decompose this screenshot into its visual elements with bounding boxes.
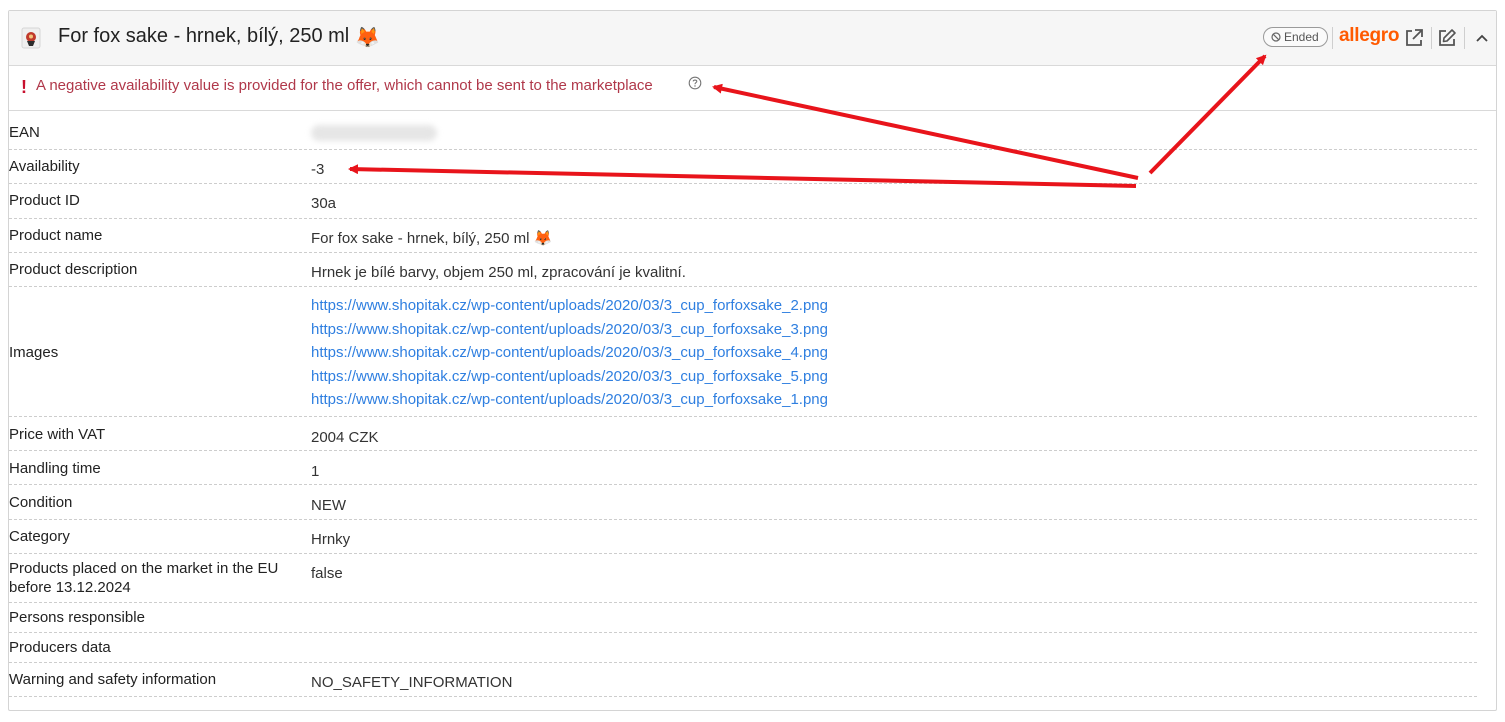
- edit-icon[interactable]: [1436, 27, 1458, 49]
- detail-row-producers-data: Producers data: [9, 633, 1477, 663]
- image-link[interactable]: https://www.shopitak.cz/wp-content/uploa…: [311, 341, 828, 365]
- exclamation-icon: !: [21, 77, 27, 97]
- detail-label: Handling time: [9, 460, 101, 477]
- images-list: https://www.shopitak.cz/wp-content/uploa…: [311, 294, 828, 412]
- detail-label: Condition: [9, 494, 73, 511]
- detail-row-persons-responsible: Persons responsible: [9, 603, 1477, 633]
- detail-label: Availability: [9, 158, 80, 175]
- handling-time-value: 1: [311, 463, 320, 480]
- detail-label: Category: [9, 528, 70, 545]
- product-name-value: For fox sake - hrnek, bílý, 250 ml 🦊: [311, 229, 552, 248]
- detail-label: Products placed on the market in the EU …: [9, 560, 279, 596]
- external-link-icon[interactable]: [1403, 27, 1425, 49]
- condition-value: NEW: [311, 497, 346, 514]
- detail-label: Producers data: [9, 639, 111, 656]
- product-image-icon: [21, 27, 41, 49]
- status-badge-label: Ended: [1284, 30, 1319, 44]
- image-link[interactable]: https://www.shopitak.cz/wp-content/uploa…: [311, 365, 828, 389]
- detail-label: Warning and safety information: [9, 671, 217, 688]
- warning-text: A negative availability value is provide…: [36, 77, 653, 94]
- detail-row-safety-info: Warning and safety information NO_SAFETY…: [9, 663, 1477, 697]
- detail-label: Product name: [9, 227, 103, 244]
- detail-label: Persons responsible: [9, 609, 145, 626]
- detail-row-price: Price with VAT 2004 CZK: [9, 417, 1477, 451]
- offer-card-header[interactable]: For fox sake - hrnek, bílý, 250 ml 🦊 Ende…: [9, 11, 1496, 66]
- safety-info-value: NO_SAFETY_INFORMATION: [311, 674, 513, 691]
- detail-row-handling-time: Handling time 1: [9, 451, 1477, 485]
- detail-label: Price with VAT: [9, 426, 106, 443]
- image-link[interactable]: https://www.shopitak.cz/wp-content/uploa…: [311, 294, 828, 318]
- detail-row-product-name: Product name For fox sake - hrnek, bílý,…: [9, 219, 1477, 253]
- help-circle-icon[interactable]: [688, 76, 702, 95]
- detail-label: Images: [9, 344, 59, 361]
- detail-label: Product ID: [9, 192, 80, 209]
- category-value: Hrnky: [311, 531, 351, 548]
- status-badge: Ended: [1263, 27, 1328, 47]
- detail-row-eu-market: Products placed on the market in the EU …: [9, 554, 1477, 603]
- image-link[interactable]: https://www.shopitak.cz/wp-content/uploa…: [311, 318, 828, 342]
- offer-title: For fox sake - hrnek, bílý, 250 ml 🦊: [58, 25, 380, 50]
- detail-row-ean: EAN: [9, 104, 1477, 150]
- price-value: 2004 CZK: [311, 429, 379, 446]
- product-id-value: 30a: [311, 195, 337, 212]
- allegro-logo[interactable]: allegro: [1339, 25, 1400, 47]
- detail-label: Product description: [9, 261, 138, 278]
- header-divider: [1332, 27, 1333, 49]
- detail-row-condition: Condition NEW: [9, 485, 1477, 520]
- chevron-up-icon[interactable]: [1471, 27, 1493, 49]
- ean-value-redacted: [311, 125, 437, 146]
- header-divider: [1464, 27, 1465, 49]
- offer-title-text: For fox sake - hrnek, bílý, 250 ml: [58, 25, 350, 47]
- image-link[interactable]: https://www.shopitak.cz/wp-content/uploa…: [311, 388, 828, 412]
- detail-row-product-id: Product ID 30a: [9, 184, 1477, 219]
- detail-row-images: Images https://www.shopitak.cz/wp-conten…: [9, 287, 1477, 417]
- ban-icon: [1271, 32, 1281, 42]
- product-name-text: For fox sake - hrnek, bílý, 250 ml: [311, 230, 530, 247]
- availability-value: -3: [311, 161, 325, 178]
- detail-row-availability: Availability -3: [9, 150, 1477, 184]
- detail-row-description: Product description Hrnek je bílé barvy,…: [9, 253, 1477, 287]
- fox-emoji: 🦊: [533, 230, 553, 247]
- detail-row-category: Category Hrnky: [9, 520, 1477, 554]
- header-divider: [1431, 27, 1432, 49]
- eu-market-value: false: [311, 565, 343, 582]
- detail-label: EAN: [9, 124, 40, 141]
- description-value: Hrnek je bílé barvy, objem 250 ml, zprac…: [311, 264, 686, 281]
- fox-emoji: 🦊: [355, 27, 381, 49]
